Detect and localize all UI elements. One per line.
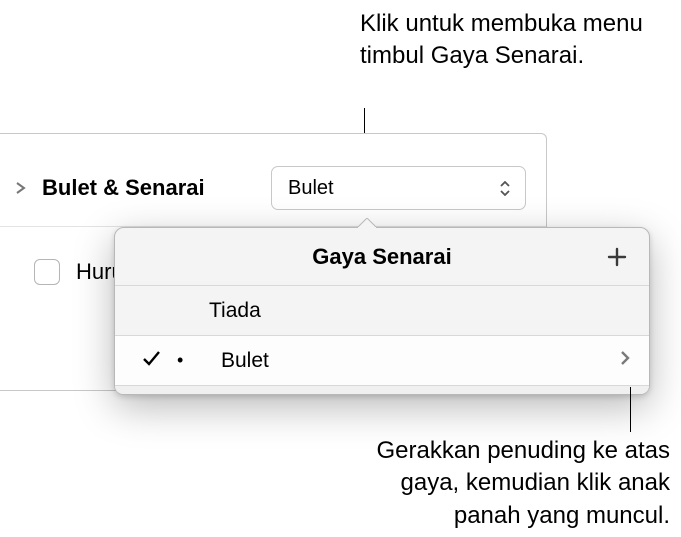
popup-bottom-edge: [115, 386, 649, 394]
updown-chevron-icon: [499, 181, 511, 196]
section-header: Bulet & Senarai Bulet: [0, 134, 546, 226]
callout-text-bottom: Gerakkan penuding ke atas gaya, kemudian…: [356, 435, 670, 532]
chevron-right-icon[interactable]: [619, 349, 631, 373]
format-panel: Bulet & Senarai Bulet Huru Gaya Senarai: [0, 133, 547, 391]
list-style-popup-button[interactable]: Bulet: [271, 166, 526, 210]
menu-item-bullet[interactable]: • Bulet: [115, 336, 649, 386]
checkmark-icon: [141, 348, 161, 374]
popup-arrow-icon: [357, 218, 377, 228]
bullet-icon: •: [177, 350, 183, 371]
list-style-popup-menu: Gaya Senarai Tiada • Bulet: [114, 227, 650, 395]
callout-line-bottom: [630, 387, 631, 432]
menu-item-none[interactable]: Tiada: [115, 286, 649, 336]
disclosure-chevron-icon[interactable]: [14, 181, 28, 195]
popup-button-value: Bulet: [288, 177, 334, 200]
plus-icon: [606, 246, 628, 268]
popup-header: Gaya Senarai: [115, 228, 649, 286]
section-title: Bulet & Senarai: [42, 175, 205, 201]
popup-title: Gaya Senarai: [312, 244, 451, 270]
add-style-button[interactable]: [603, 243, 631, 271]
font-checkbox[interactable]: [34, 259, 60, 285]
callout-text-top: Klik untuk membuka menu timbul Gaya Sena…: [360, 8, 681, 73]
menu-item-label: Tiada: [209, 299, 261, 323]
menu-item-label: Bulet: [221, 349, 269, 373]
